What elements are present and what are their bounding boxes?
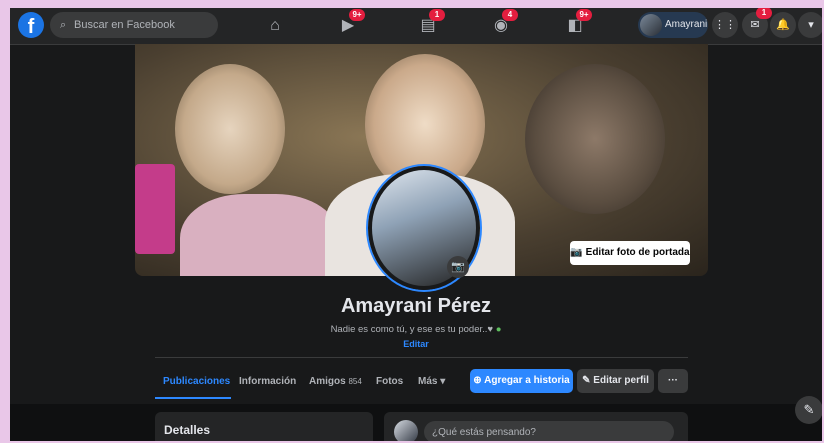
- groups-badge: 4: [502, 9, 518, 21]
- edit-profile-button[interactable]: ✎ Editar perfil: [577, 369, 654, 393]
- profile-shortcut[interactable]: Amayrani: [638, 12, 708, 38]
- details-card: Detalles: [155, 412, 373, 441]
- cover-figure-right: [525, 64, 665, 214]
- gaming-icon[interactable]: ◧ 9+: [562, 9, 592, 38]
- messenger-badge: 1: [756, 8, 772, 19]
- plus-icon: ⊕: [473, 375, 482, 386]
- cover-figure-left: [175, 64, 285, 194]
- watch-icon[interactable]: ▶ 9+: [335, 9, 365, 38]
- alien-emoji-icon: ●: [495, 324, 502, 335]
- home-icon[interactable]: ⌂: [262, 14, 288, 38]
- search-icon: ⌕: [60, 19, 67, 31]
- active-tab-indicator: [155, 397, 231, 399]
- marketplace-icon[interactable]: ▤ 1: [415, 9, 445, 38]
- tab-informacion[interactable]: Información: [239, 368, 296, 396]
- profile-name: Amayrani Pérez: [340, 295, 492, 317]
- avatar: [640, 14, 662, 36]
- tab-mas[interactable]: Más ▾: [418, 368, 445, 396]
- tab-amigos[interactable]: Amigos 854: [309, 368, 362, 396]
- search-input[interactable]: [74, 12, 212, 38]
- menu-grid-icon[interactable]: ⋮⋮: [712, 12, 738, 38]
- edit-cover-photo-button[interactable]: 📷 Editar foto de portada: [570, 241, 690, 265]
- more-options-button[interactable]: ···: [658, 369, 688, 393]
- tab-amigos-label: Amigos: [309, 376, 346, 387]
- profile-bio: Nadie es como tú, y ese es tu poder..♥ ●: [10, 324, 822, 335]
- composer-input[interactable]: [424, 421, 674, 441]
- facebook-window: f ⌕ ⌂ ▶ 9+ ▤ 1 ◉ 4 ◧ 9+ Amayrani ⋮⋮ ✉ 1 …: [10, 8, 822, 441]
- marketplace-badge: 1: [429, 9, 445, 21]
- account-dropdown-icon[interactable]: ▾: [798, 12, 822, 38]
- add-to-story-button[interactable]: ⊕ Agregar a historia: [470, 369, 573, 393]
- edit-bio-link[interactable]: Editar: [10, 339, 822, 349]
- cover-pink-object: [135, 164, 175, 254]
- edit-profile-label: Editar perfil: [593, 375, 649, 386]
- new-message-icon[interactable]: ✎: [795, 396, 822, 424]
- top-bar: f ⌕ ⌂ ▶ 9+ ▤ 1 ◉ 4 ◧ 9+ Amayrani ⋮⋮ ✉ 1 …: [10, 8, 822, 45]
- gaming-badge: 9+: [576, 9, 592, 21]
- edit-cover-photo-label: Editar foto de portada: [585, 247, 690, 258]
- profile-bio-text: Nadie es como tú, y ese es tu poder..♥: [330, 324, 494, 335]
- facebook-logo-icon[interactable]: f: [18, 12, 44, 38]
- divider: [155, 357, 688, 358]
- update-profile-picture-camera-icon[interactable]: 📷: [447, 256, 469, 278]
- notifications-icon[interactable]: 🔔: [770, 12, 796, 38]
- post-composer: [384, 412, 688, 441]
- camera-icon: 📷: [570, 247, 583, 258]
- details-title: Detalles: [164, 423, 211, 437]
- pencil-icon: ✎: [582, 375, 591, 386]
- friends-count: 854: [348, 377, 362, 386]
- avatar: [394, 420, 418, 441]
- tab-publicaciones[interactable]: Publicaciones: [163, 368, 230, 396]
- user-name: Amayrani: [665, 19, 708, 30]
- groups-icon[interactable]: ◉ 4: [488, 9, 518, 38]
- watch-badge: 9+: [349, 9, 365, 21]
- search-box[interactable]: ⌕: [50, 12, 218, 38]
- tab-fotos[interactable]: Fotos: [376, 368, 403, 396]
- messenger-icon[interactable]: ✉ 1: [742, 8, 772, 38]
- cover-figure-left-body: [180, 194, 340, 276]
- add-to-story-label: Agregar a historia: [484, 375, 570, 386]
